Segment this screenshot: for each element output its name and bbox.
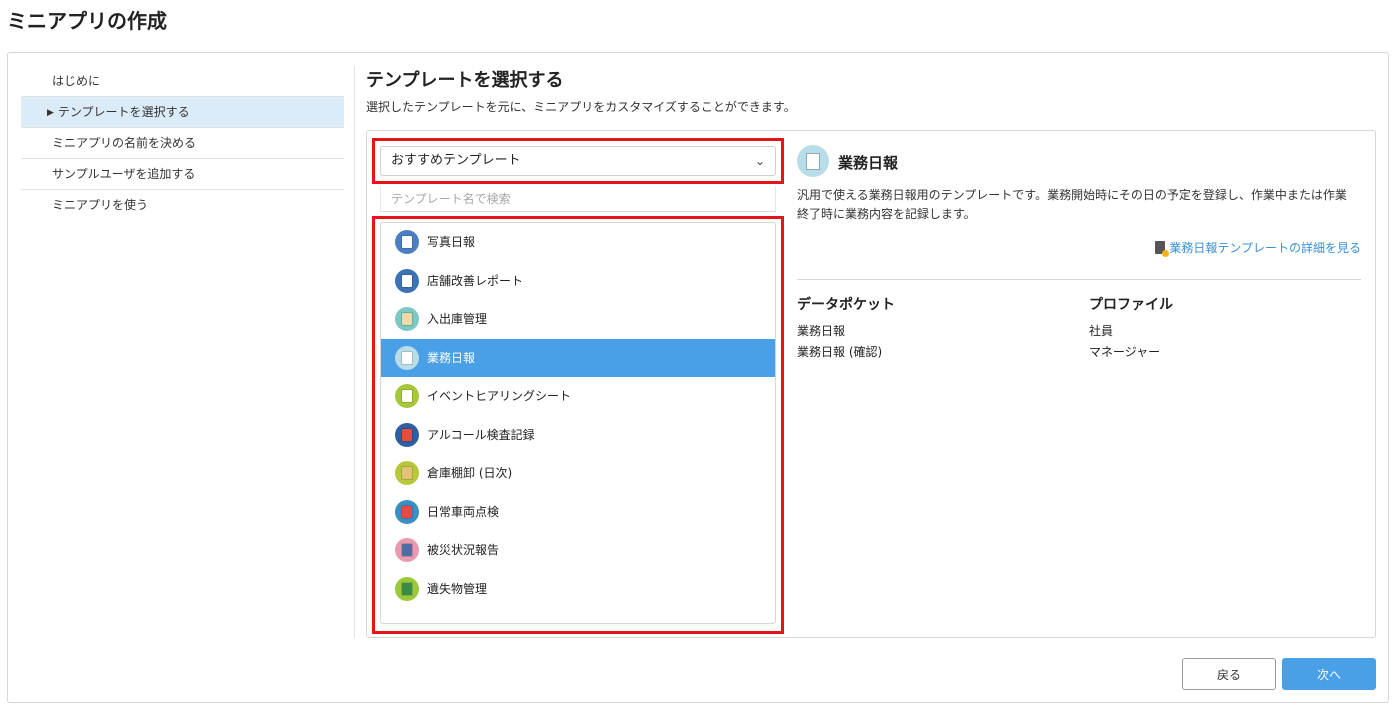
current-step-arrow-icon: ▶ [47,108,54,118]
manual-book-icon [1155,241,1170,257]
business-report-icon [797,145,829,177]
step-name-app[interactable]: ミニアプリの名前を決める [21,128,344,159]
step-select-template[interactable]: ▶ テンプレートを選択する [21,97,344,128]
data-pocket-item: 業務日報 (確認) [797,345,883,359]
template-search-input[interactable] [380,186,776,212]
step-add-users[interactable]: サンプルユーザを追加する [21,159,344,190]
step-label: はじめに [52,74,101,88]
step-intro[interactable]: はじめに [21,66,344,97]
step-nav: はじめに ▶ テンプレートを選択する ミニアプリの名前を決める サンプルユーザを追… [21,66,344,221]
profile-item: 社員 [1089,324,1114,338]
detail-title: 業務日報 [838,154,899,172]
step-label: サンプルユーザを追加する [52,167,196,181]
profile-heading: プロファイル [1089,297,1173,313]
step-use-app[interactable]: ミニアプリを使う [21,190,344,221]
profile-item: マネージャー [1089,345,1161,359]
highlight-box-list [372,216,784,634]
next-button[interactable]: 次へ [1282,658,1376,690]
template-detail-link[interactable]: 業務日報テンプレートの詳細を見る [1155,239,1361,257]
step-label: テンプレートを選択する [57,105,190,119]
divider [797,279,1361,280]
data-pocket-item: 業務日報 [797,324,846,338]
step-label: ミニアプリを使う [52,198,149,212]
step-label: ミニアプリの名前を決める [52,136,197,150]
data-pocket-heading: データポケット [797,297,895,313]
link-label: 業務日報テンプレートの詳細を見る [1169,241,1361,255]
back-button[interactable]: 戻る [1182,658,1276,690]
section-description: 選択したテンプレートを元に、ミニアプリをカスタマイズすることができます。 [366,100,796,114]
page-title: ミニアプリの作成 [7,9,167,33]
highlight-box-dropdown [372,138,784,184]
divider [354,66,355,638]
detail-description: 汎用で使える業務日報用のテンプレートです。業務開始時にその日の予定を登録し、作業… [797,188,1347,221]
section-title: テンプレートを選択する [366,70,564,91]
